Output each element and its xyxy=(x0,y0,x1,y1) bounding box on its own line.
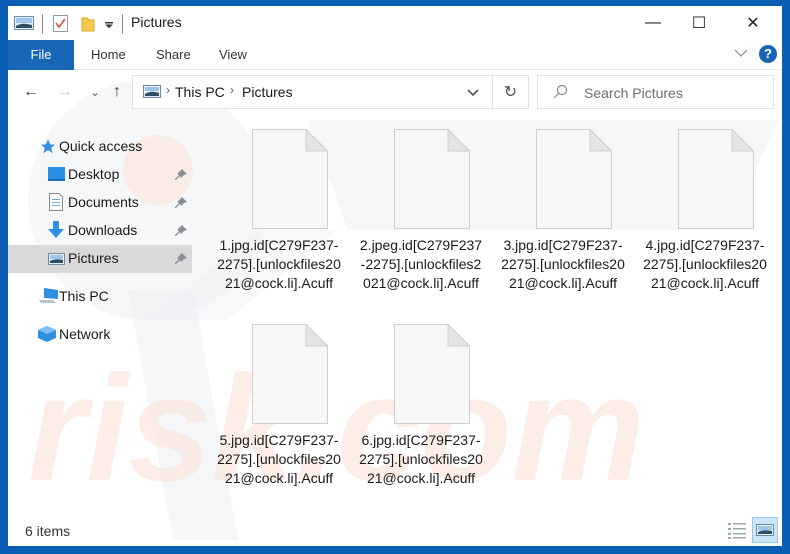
blank-file-icon xyxy=(394,324,470,424)
properties-icon[interactable] xyxy=(53,15,69,33)
sidebar-label: Downloads xyxy=(68,222,138,238)
ribbon-tabs: File Home Share View ? xyxy=(8,40,782,70)
tab-share[interactable]: Share xyxy=(156,40,191,70)
file-explorer-window: risk.com Pictures — ☐ ✕ File Home Share xyxy=(8,0,782,546)
documents-icon xyxy=(49,193,63,211)
file-name: 3.jpg.id[C279F237-2275].[unlockfiles2021… xyxy=(501,237,625,291)
breadcrumb-this-pc[interactable]: This PC xyxy=(175,84,225,100)
blank-file-icon xyxy=(394,129,470,229)
refresh-icon: ↻ xyxy=(503,84,518,101)
file-item[interactable]: 5.jpg.id[C279F237-2275].[unlockfiles2021… xyxy=(216,308,342,498)
blank-file-icon xyxy=(536,129,612,229)
breadcrumb-pictures[interactable]: Pictures xyxy=(242,84,293,100)
large-icons-view-button[interactable] xyxy=(752,517,778,543)
minimize-button[interactable]: — xyxy=(630,6,676,40)
file-item[interactable]: 1.jpg.id[C279F237-2275].[unlockfiles2021… xyxy=(216,113,342,303)
sidebar-item-desktop[interactable]: Desktop xyxy=(8,161,192,189)
pictures-location-icon xyxy=(143,85,161,98)
blank-file-icon xyxy=(252,129,328,229)
file-item[interactable]: 3.jpg.id[C279F237-2275].[unlockfiles2021… xyxy=(500,113,626,303)
address-dropdown-icon[interactable] xyxy=(467,88,479,98)
sidebar-label: Pictures xyxy=(68,250,119,266)
back-button[interactable]: ← xyxy=(20,81,42,103)
sidebar-label: Documents xyxy=(68,194,139,210)
network-icon xyxy=(38,326,56,342)
forward-button[interactable]: → xyxy=(54,81,76,103)
title-bar: Pictures — ☐ ✕ xyxy=(8,6,782,40)
titlebar-separator xyxy=(122,14,123,34)
pin-icon[interactable] xyxy=(174,224,188,238)
address-bar[interactable]: › This PC › Pictures xyxy=(132,75,493,109)
sidebar-item-quick-access[interactable]: Quick access xyxy=(8,133,192,161)
window-title: Pictures xyxy=(131,14,182,30)
maximize-button[interactable]: ☐ xyxy=(676,6,722,40)
new-folder-icon[interactable] xyxy=(81,16,95,32)
file-name: 1.jpg.id[C279F237-2275].[unlockfiles2021… xyxy=(217,237,341,291)
file-name: 2.jpeg.id[C279F237-2275].[unlockfiles202… xyxy=(359,237,483,291)
file-list: 1.jpg.id[C279F237-2275].[unlockfiles2021… xyxy=(200,113,782,509)
close-button[interactable]: ✕ xyxy=(730,6,776,40)
pin-icon[interactable] xyxy=(174,196,188,210)
tab-file[interactable]: File xyxy=(8,40,74,70)
file-item[interactable]: 4.jpg.id[C279F237-2275].[unlockfiles2021… xyxy=(642,113,768,303)
item-count: 6 items xyxy=(25,523,71,539)
sidebar-item-downloads[interactable]: Downloads xyxy=(8,217,192,245)
desktop-icon xyxy=(48,167,65,181)
breadcrumb-chevron-icon: › xyxy=(166,83,170,97)
sidebar-label: Desktop xyxy=(68,166,120,182)
up-button[interactable]: ↑ xyxy=(106,81,128,103)
navigation-bar: ← → ⌄ ↑ › This PC › Pictures ↻ Search Pi… xyxy=(8,71,782,113)
file-name: 6.jpg.id[C279F237-2275].[unlockfiles2021… xyxy=(359,432,483,486)
large-icons-view-icon xyxy=(756,524,774,536)
help-button[interactable]: ? xyxy=(759,45,777,63)
tab-home[interactable]: Home xyxy=(91,40,126,70)
file-name: 4.jpg.id[C279F237-2275].[unlockfiles2021… xyxy=(643,237,767,291)
recent-locations-button[interactable]: ⌄ xyxy=(84,81,106,103)
titlebar-separator xyxy=(42,14,43,34)
refresh-button[interactable]: ↻ xyxy=(493,75,529,109)
sidebar-label: This PC xyxy=(59,288,109,304)
blank-file-icon xyxy=(678,129,754,229)
computer-icon xyxy=(39,288,58,303)
pictures-icon xyxy=(48,253,65,265)
pin-icon[interactable] xyxy=(174,168,188,182)
details-view-icon[interactable] xyxy=(726,519,748,541)
search-icon xyxy=(553,84,568,99)
file-item[interactable]: 6.jpg.id[C279F237-2275].[unlockfiles2021… xyxy=(358,308,484,498)
status-bar: 6 items xyxy=(8,512,782,546)
search-box[interactable]: Search Pictures xyxy=(537,75,774,109)
star-icon xyxy=(40,139,56,154)
customize-toolbar-dropdown-icon[interactable] xyxy=(105,22,113,28)
pictures-folder-icon xyxy=(14,16,34,30)
sidebar-label: Quick access xyxy=(59,138,143,154)
file-item[interactable]: 2.jpeg.id[C279F237-2275].[unlockfiles202… xyxy=(358,113,484,303)
sidebar-item-pictures[interactable]: Pictures xyxy=(8,245,192,273)
tab-view[interactable]: View xyxy=(219,40,247,70)
sidebar-item-documents[interactable]: Documents xyxy=(8,189,192,217)
downloads-icon xyxy=(48,221,64,238)
breadcrumb-chevron-icon: › xyxy=(230,83,234,97)
sidebar-item-this-pc[interactable]: This PC xyxy=(8,283,192,311)
sidebar-item-network[interactable]: Network xyxy=(8,321,192,349)
navigation-pane: Quick access Desktop Documents Downloads… xyxy=(8,128,192,368)
file-name: 5.jpg.id[C279F237-2275].[unlockfiles2021… xyxy=(217,432,341,486)
blank-file-icon xyxy=(252,324,328,424)
pin-icon[interactable] xyxy=(174,252,188,266)
sidebar-label: Network xyxy=(59,326,111,342)
expand-ribbon-icon[interactable] xyxy=(734,46,748,60)
search-input[interactable]: Search Pictures xyxy=(584,85,683,101)
